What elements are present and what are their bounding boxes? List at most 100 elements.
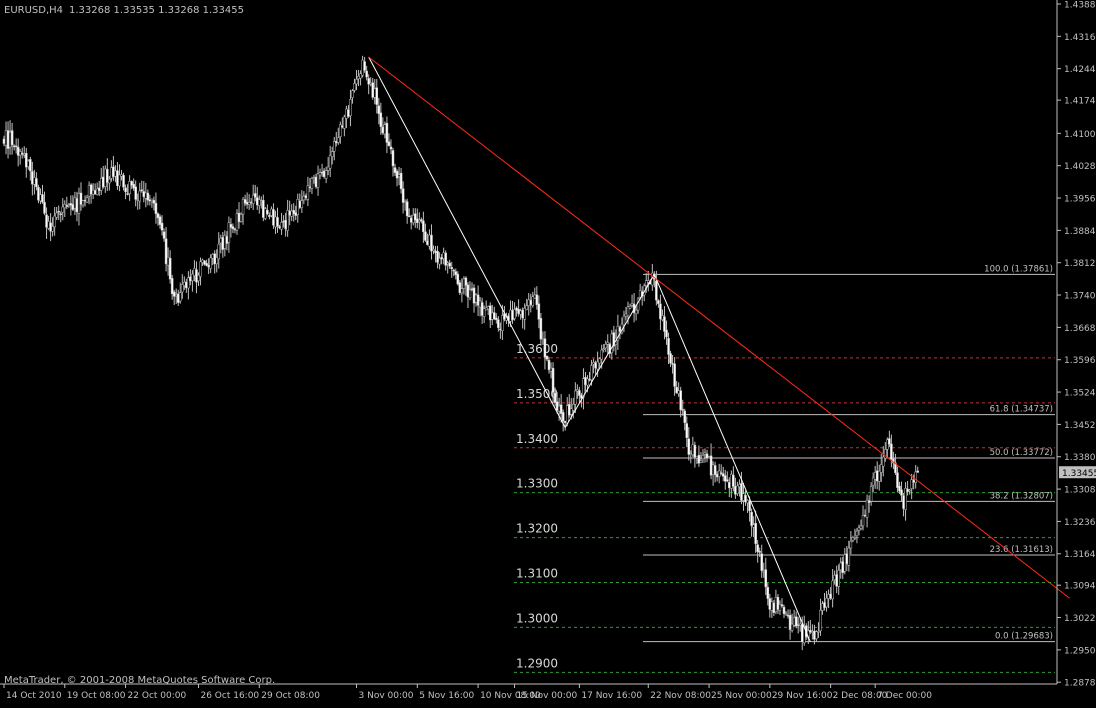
candle-body — [912, 479, 915, 483]
candle-body — [160, 222, 164, 231]
candle-body — [330, 151, 334, 157]
candle-body — [744, 495, 747, 503]
candle-body — [110, 167, 113, 179]
candle-body — [726, 479, 729, 482]
candle-body — [606, 342, 609, 345]
candle-body — [102, 176, 105, 188]
candle-body — [786, 614, 790, 617]
candle-body — [685, 423, 689, 438]
candle-body — [468, 289, 472, 299]
candle-body — [880, 464, 883, 473]
price-tick-label: 1.43160 — [1064, 33, 1096, 43]
candle-body — [349, 99, 352, 117]
candle-body — [501, 315, 504, 331]
candle-body — [916, 470, 919, 473]
price-chart-svg[interactable]: 1.3600 1.3500 1.3400 1.3300 1.3200 1.3100 1.30… — [0, 0, 1096, 704]
candle-body — [713, 465, 717, 475]
candle-body — [665, 329, 668, 338]
trading-chart[interactable]: 1.3600 1.3500 1.3400 1.3300 1.3200 1.3100 1.30… — [0, 0, 1096, 704]
candle-body — [752, 524, 755, 528]
candle-body — [187, 277, 190, 289]
candle-body — [622, 315, 626, 326]
candle-body — [669, 353, 672, 364]
symbol-label: EURUSD,H4 — [4, 5, 63, 16]
round-level-label: 1.3600 — [516, 342, 558, 356]
candle-body — [570, 408, 573, 415]
candle-body — [857, 527, 861, 531]
candle-body — [294, 212, 297, 216]
candle-body — [687, 438, 691, 455]
candle-body — [73, 197, 77, 209]
candle-body — [106, 169, 109, 183]
candle-body — [630, 303, 634, 306]
candle-body — [788, 614, 792, 630]
candle-body — [497, 319, 500, 328]
candle-body — [16, 146, 20, 156]
candle-body — [276, 217, 279, 227]
candle-body — [29, 159, 32, 172]
time-tick-label: 7 Dec 00:00 — [877, 691, 932, 701]
candle-body — [403, 199, 407, 202]
candle-body — [537, 303, 541, 320]
candle-body — [488, 305, 492, 321]
candle-body — [760, 553, 763, 571]
candle-body — [176, 293, 180, 303]
candle-body — [432, 249, 435, 252]
candle-body — [424, 231, 427, 241]
candle-body — [422, 220, 425, 233]
candle-body — [278, 226, 281, 229]
candle-body — [43, 202, 46, 214]
candle-body — [529, 299, 533, 305]
candle-body — [681, 409, 684, 411]
candle-body — [179, 292, 182, 302]
candle-body — [316, 173, 320, 188]
candle-body — [576, 389, 579, 392]
candle-body — [819, 610, 822, 632]
candle-body — [904, 487, 907, 510]
candle-body — [253, 193, 257, 198]
candle-body — [707, 456, 711, 458]
candle-body — [728, 482, 731, 489]
candle-body — [647, 280, 650, 283]
candle-body — [815, 631, 818, 640]
candle-body — [341, 125, 344, 128]
candle-body — [199, 261, 202, 277]
candle-body — [756, 544, 759, 553]
candle-body — [355, 79, 358, 85]
candle-body — [97, 187, 101, 191]
candle-body — [679, 390, 682, 411]
candle-body — [717, 470, 721, 477]
candle-body — [264, 208, 267, 219]
candle-body — [600, 349, 603, 360]
candle-body — [409, 217, 413, 223]
candle-body — [511, 309, 514, 321]
candle-body — [308, 186, 312, 189]
candle-body — [39, 194, 42, 202]
candle-body — [671, 363, 674, 365]
candle-body — [764, 569, 768, 588]
candle-body — [71, 204, 75, 210]
fib-level-label: 38.2 (1.32807) — [990, 491, 1053, 501]
round-level-label: 1.3400 — [516, 432, 558, 446]
candle-body — [545, 355, 549, 360]
price-tick-label: 1.42440 — [1064, 65, 1096, 75]
candle-body — [10, 130, 14, 146]
candle-body — [150, 198, 154, 202]
current-price-label: 1.33455 — [1062, 469, 1096, 479]
candle-body — [628, 306, 632, 309]
candle-body — [618, 326, 622, 332]
candle-body — [381, 126, 385, 134]
candle-body — [525, 305, 528, 310]
candle-body — [162, 231, 166, 239]
candle-body — [197, 274, 200, 282]
candle-body — [746, 500, 749, 504]
candle-body — [551, 368, 555, 393]
chart-header: EURUSD,H4 1.33268 1.33535 1.33268 1.33455 — [4, 5, 244, 16]
candle-body — [89, 184, 93, 195]
candle-body — [312, 177, 316, 179]
candle-body — [800, 623, 804, 643]
round-level-label: 1.3200 — [516, 522, 558, 536]
candle-body — [371, 82, 374, 98]
candle-body — [59, 213, 62, 215]
candle-body — [689, 453, 693, 455]
